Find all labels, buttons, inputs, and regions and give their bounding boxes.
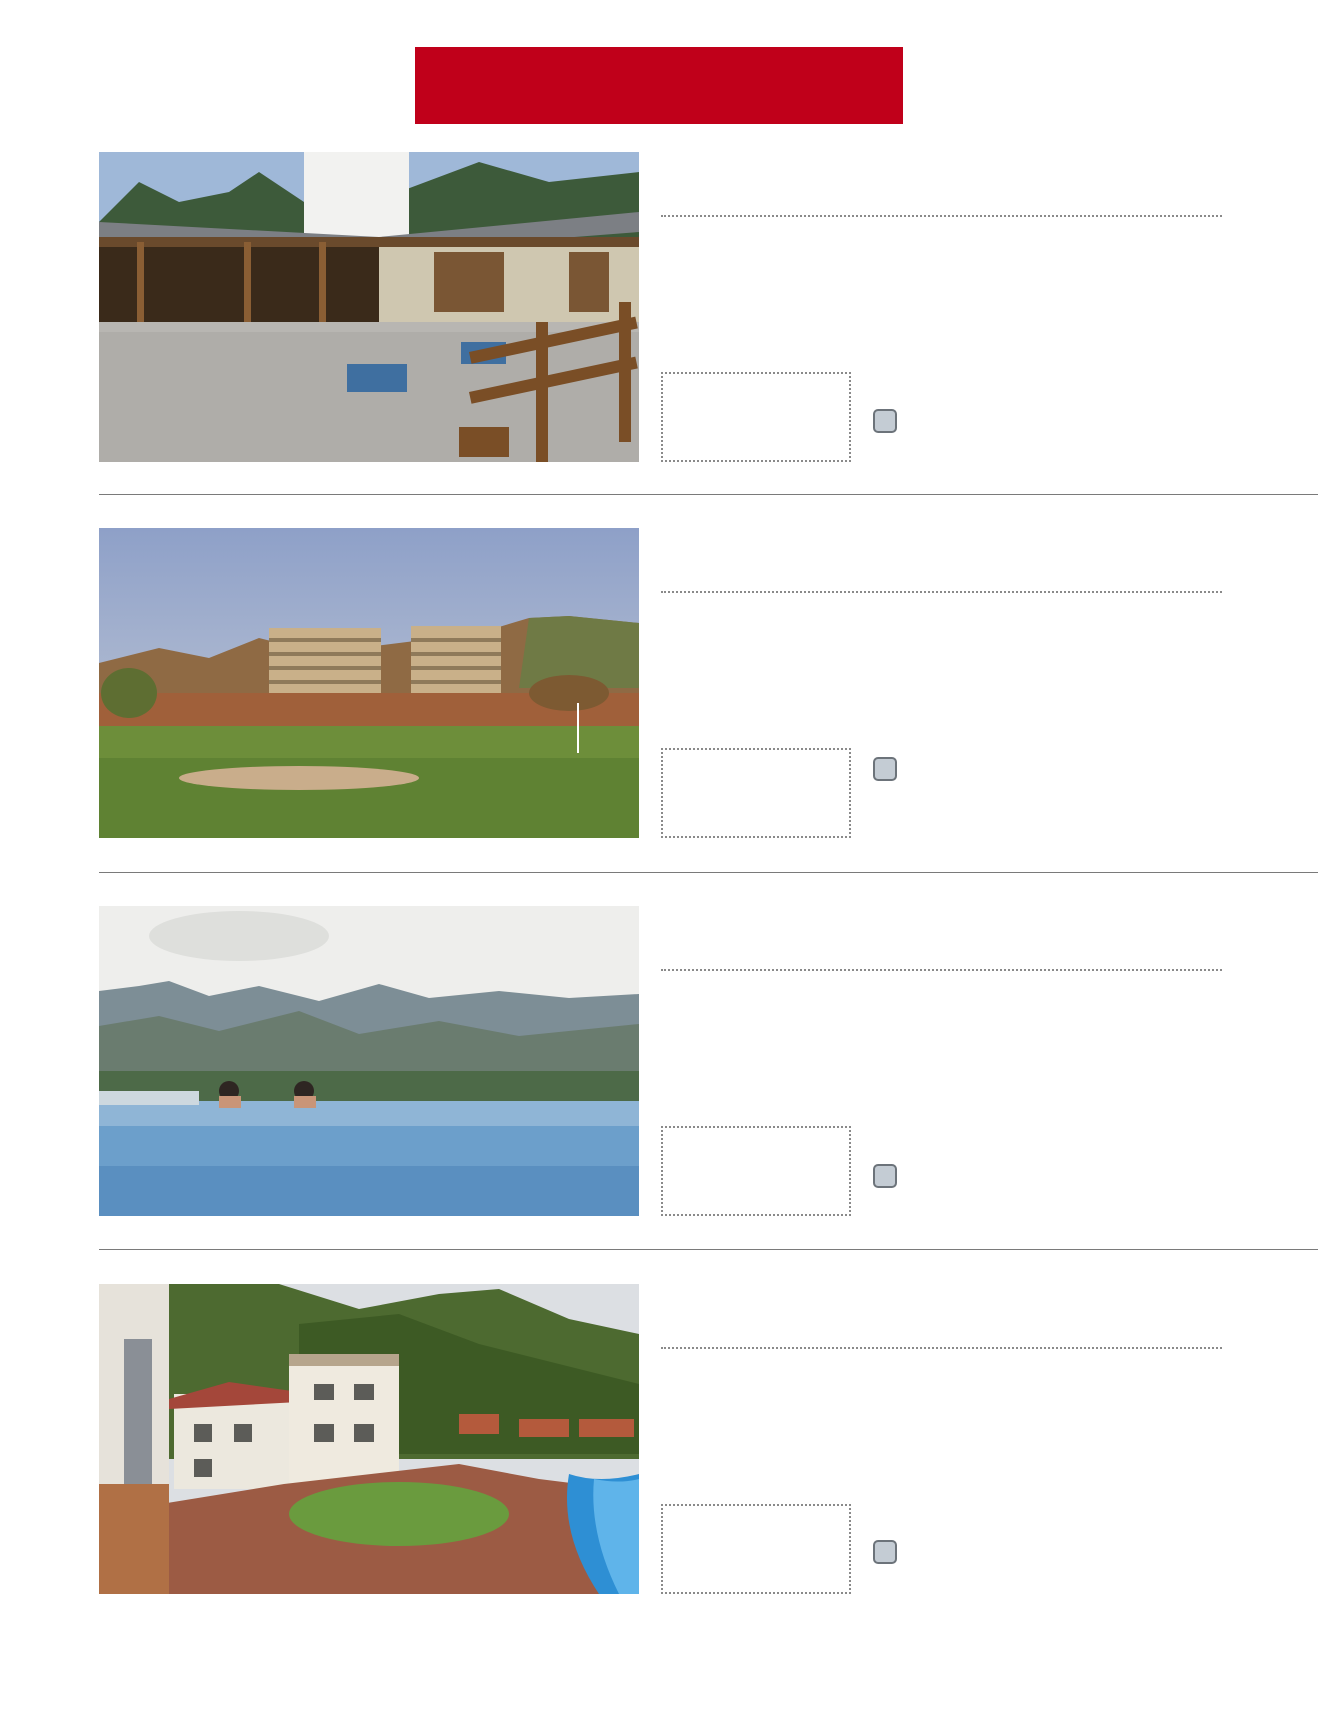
- listing-card: [0, 1284, 1318, 1594]
- title-line: [661, 215, 1222, 217]
- title-line: [661, 969, 1222, 971]
- title-line: [661, 1347, 1222, 1349]
- golf-course-apartments-photo: [99, 528, 639, 838]
- listing-card: [0, 528, 1318, 838]
- divider: [99, 872, 1318, 873]
- select-checkbox[interactable]: [873, 409, 897, 433]
- title-line: [661, 591, 1222, 593]
- hillside-hotel-pool-photo: [99, 1284, 639, 1594]
- listing-card: [0, 906, 1318, 1216]
- lodge-courtyard-photo: [99, 152, 639, 462]
- select-checkbox[interactable]: [873, 757, 897, 781]
- select-checkbox[interactable]: [873, 1540, 897, 1564]
- infinity-pool-mountains-photo: [99, 906, 639, 1216]
- divider: [99, 1249, 1318, 1250]
- header-banner: [415, 47, 903, 124]
- divider: [99, 494, 1318, 495]
- select-checkbox[interactable]: [873, 1164, 897, 1188]
- listing-card: [0, 152, 1318, 462]
- quantity-box[interactable]: [661, 1504, 851, 1594]
- quantity-box[interactable]: [661, 372, 851, 462]
- quantity-box[interactable]: [661, 748, 851, 838]
- quantity-box[interactable]: [661, 1126, 851, 1216]
